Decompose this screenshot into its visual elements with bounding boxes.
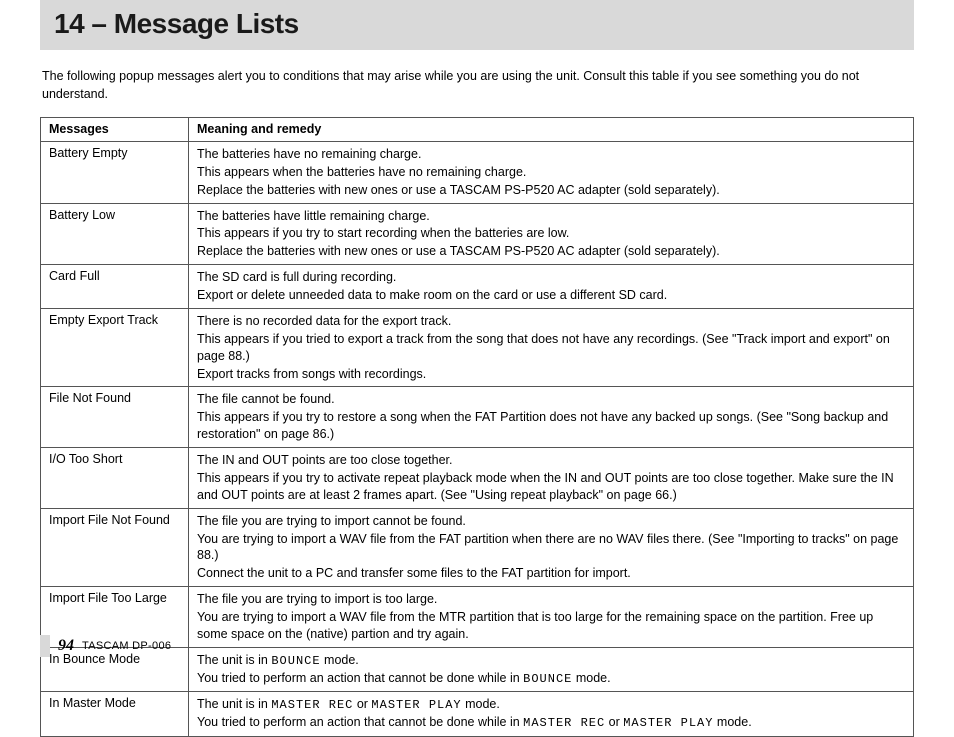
meaning-line: The batteries have little remaining char…	[197, 208, 907, 225]
meaning-line: This appears if you try to activate repe…	[197, 470, 907, 504]
meaning-line: You are trying to import a WAV file from…	[197, 531, 907, 565]
meaning-cell: The unit is in BOUNCE mode.You tried to …	[189, 647, 914, 691]
meaning-line: Connect the unit to a PC and transfer so…	[197, 565, 907, 582]
message-name-cell: Battery Empty	[41, 141, 189, 203]
product-model: TASCAM DP-006	[82, 640, 171, 652]
message-name-cell: Battery Low	[41, 203, 189, 265]
meaning-line: The file you are trying to import is too…	[197, 591, 907, 608]
meaning-line: The unit is in BOUNCE mode.	[197, 652, 907, 669]
meaning-cell: The batteries have no remaining charge.T…	[189, 141, 914, 203]
table-header-row: Messages Meaning and remedy	[41, 118, 914, 142]
intro-paragraph: The following popup messages alert you t…	[42, 68, 912, 103]
meaning-cell: The file you are trying to import is too…	[189, 587, 914, 648]
meaning-cell: The SD card is full during recording.Exp…	[189, 265, 914, 309]
meaning-line: Export or delete unneeded data to make r…	[197, 287, 907, 304]
table-row: Battery EmptyThe batteries have no remai…	[41, 141, 914, 203]
meaning-line: This appears if you try to restore a son…	[197, 409, 907, 443]
header-bar: 14 – Message Lists	[40, 0, 914, 50]
message-name-cell: I/O Too Short	[41, 448, 189, 509]
message-name-cell: In Master Mode	[41, 692, 189, 736]
meaning-cell: There is no recorded data for the export…	[189, 308, 914, 387]
meaning-line: You tried to perform an action that cann…	[197, 714, 907, 731]
page-title: 14 – Message Lists	[54, 8, 900, 40]
table-row: Battery Low The batteries have little rem…	[41, 203, 914, 265]
meaning-cell: The batteries have little remaining char…	[189, 203, 914, 265]
meaning-line: There is no recorded data for the export…	[197, 313, 907, 330]
meaning-line: Export tracks from songs with recordings…	[197, 366, 907, 383]
table-row: Card FullThe SD card is full during reco…	[41, 265, 914, 309]
meaning-cell: The file you are trying to import cannot…	[189, 508, 914, 587]
meaning-cell: The unit is in MASTER REC or MASTER PLAY…	[189, 692, 914, 736]
table-header-messages: Messages	[41, 118, 189, 142]
message-name-cell: Import File Not Found	[41, 508, 189, 587]
meaning-cell: The IN and OUT points are too close toge…	[189, 448, 914, 509]
meaning-line: The SD card is full during recording.	[197, 269, 907, 286]
table-row: Import File Too LargeThe file you are tr…	[41, 587, 914, 648]
table-row: In Bounce ModeThe unit is in BOUNCE mode…	[41, 647, 914, 691]
meaning-line: This appears if you try to start recordi…	[197, 225, 907, 242]
meaning-line: You tried to perform an action that cann…	[197, 670, 907, 687]
message-name-cell: Empty Export Track	[41, 308, 189, 387]
meaning-line: The batteries have no remaining charge.	[197, 146, 907, 163]
meaning-line: This appears if you tried to export a tr…	[197, 331, 907, 365]
meaning-line: The file cannot be found.	[197, 391, 907, 408]
table-row: Import File Not Found The file you are tr…	[41, 508, 914, 587]
footer-accent-bar	[40, 635, 50, 657]
table-header-meaning: Meaning and remedy	[189, 118, 914, 142]
page-footer: 94 TASCAM DP-006	[40, 635, 171, 657]
table-row: I/O Too Short The IN and OUT points are t…	[41, 448, 914, 509]
message-name-cell: Card Full	[41, 265, 189, 309]
table-row: Empty Export Track There is no recorded d…	[41, 308, 914, 387]
table-row: In Master Mode The unit is in MASTER REC …	[41, 692, 914, 736]
message-name-cell: File Not Found	[41, 387, 189, 448]
meaning-line: You are trying to import a WAV file from…	[197, 609, 907, 643]
page-number: 94	[58, 637, 74, 655]
table-row: File Not FoundThe file cannot be found.T…	[41, 387, 914, 448]
meaning-line: The file you are trying to import cannot…	[197, 513, 907, 530]
meaning-line: Replace the batteries with new ones or u…	[197, 243, 907, 260]
meaning-line: This appears when the batteries have no …	[197, 164, 907, 181]
meaning-line: Replace the batteries with new ones or u…	[197, 182, 907, 199]
meaning-line: The IN and OUT points are too close toge…	[197, 452, 907, 469]
meaning-line: The unit is in MASTER REC or MASTER PLAY…	[197, 696, 907, 713]
meaning-cell: The file cannot be found.This appears if…	[189, 387, 914, 448]
